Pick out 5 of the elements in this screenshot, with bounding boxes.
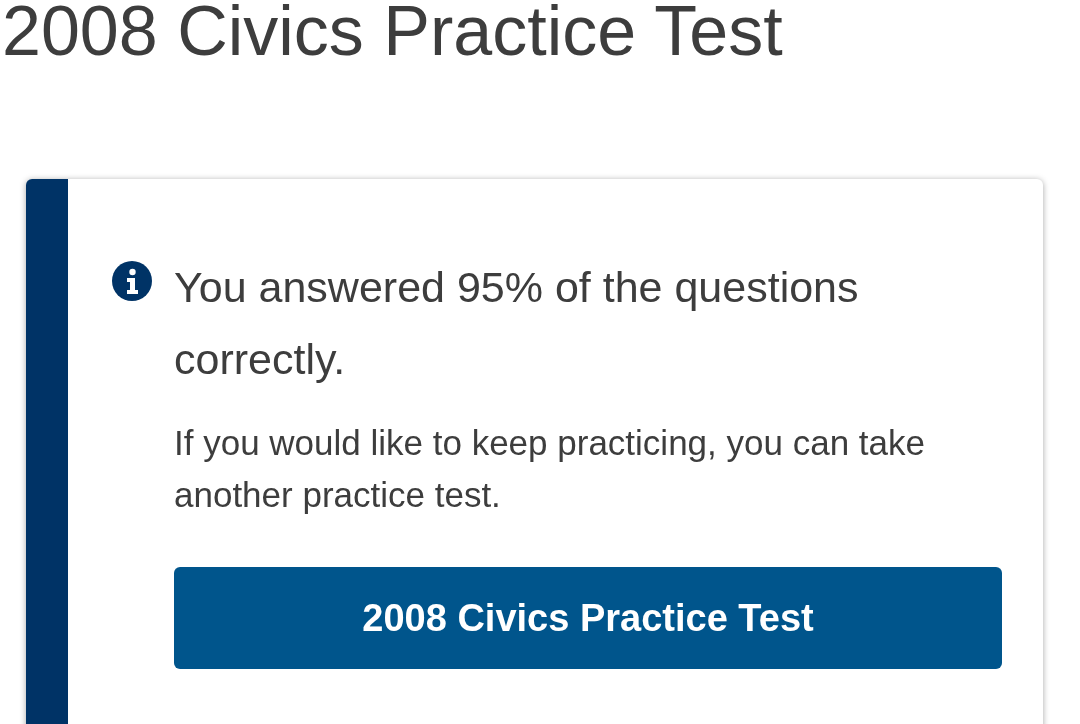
practice-test-button[interactable]: 2008 Civics Practice Test: [174, 567, 1002, 669]
page-title: 2008 Civics Practice Test: [2, 0, 784, 68]
alert-message: If you would like to keep practicing, you can take another practice test.: [174, 422, 926, 516]
info-icon: [112, 261, 152, 301]
alert-heading: You answered 95% of the questions correctly.: [174, 262, 860, 385]
